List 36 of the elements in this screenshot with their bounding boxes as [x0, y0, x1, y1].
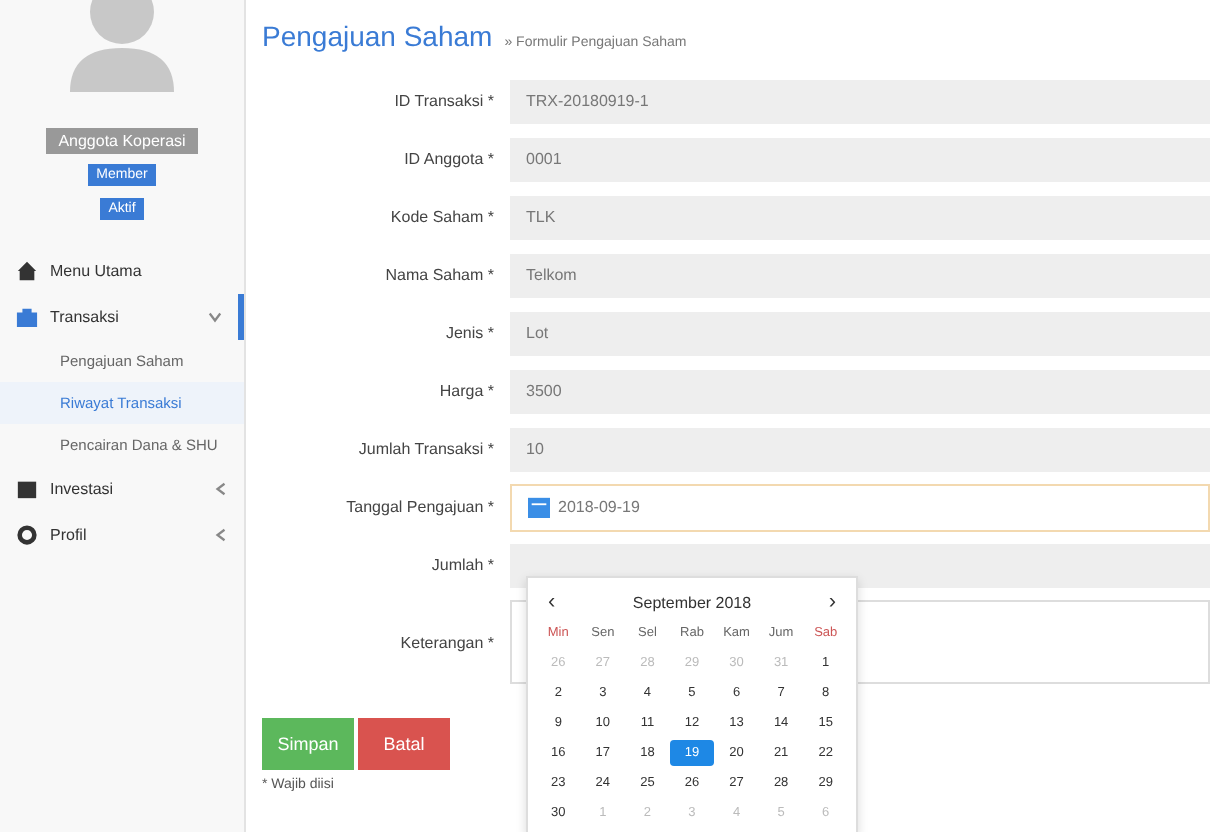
field-label: Jenis *: [443, 324, 496, 342]
input-field[interactable]: TRX-20180919-1: [510, 79, 1210, 123]
field-label: Keterangan *: [398, 633, 496, 651]
cancel-button[interactable]: Batal: [358, 718, 450, 770]
page-title: Pengajuan Saham: [262, 20, 493, 52]
input-field[interactable]: 0001: [510, 137, 1210, 181]
input-field[interactable]: Lot: [510, 311, 1210, 355]
settings-icon: [16, 524, 38, 546]
previous-month-button[interactable]: ‹: [548, 590, 556, 614]
menu-item[interactable]: Menu Utama: [0, 248, 244, 294]
input-field[interactable]: 3500: [510, 369, 1210, 413]
field-label: Kode Saham *: [388, 208, 496, 226]
input-field[interactable]: TLK: [510, 195, 1210, 239]
square-icon: [16, 478, 38, 500]
menu-item[interactable]: Profil: [0, 512, 244, 558]
input-field[interactable]: Telkom: [510, 253, 1210, 297]
menu-item[interactable]: Investasi: [0, 466, 244, 512]
input-field[interactable]: 10: [510, 427, 1210, 471]
menu-item[interactable]: Transaksi: [0, 294, 244, 340]
next-month-button[interactable]: ›: [828, 590, 836, 614]
field-label: Harga *: [437, 382, 496, 400]
field-label: Tanggal Pengajuan *: [344, 498, 496, 516]
date-field[interactable]: 2018-09-19: [510, 483, 1210, 531]
field-label: Nama Saham *: [383, 266, 496, 284]
briefcase-icon: [16, 306, 38, 328]
calendar-icon: [528, 496, 550, 518]
field-label: ID Transaksi *: [392, 92, 496, 110]
home-icon: [16, 260, 38, 282]
chevron-icon: [214, 528, 228, 542]
chevron-icon: [214, 482, 228, 496]
month-selector[interactable]: September 2018: [632, 593, 752, 611]
field-label: ID Anggota *: [402, 150, 496, 168]
chevron-icon: [208, 310, 222, 324]
field-label: Jumlah *: [429, 556, 496, 574]
user-name: Anggota Koperasi: [46, 128, 198, 154]
field-label: Jumlah Transaksi *: [356, 440, 496, 458]
